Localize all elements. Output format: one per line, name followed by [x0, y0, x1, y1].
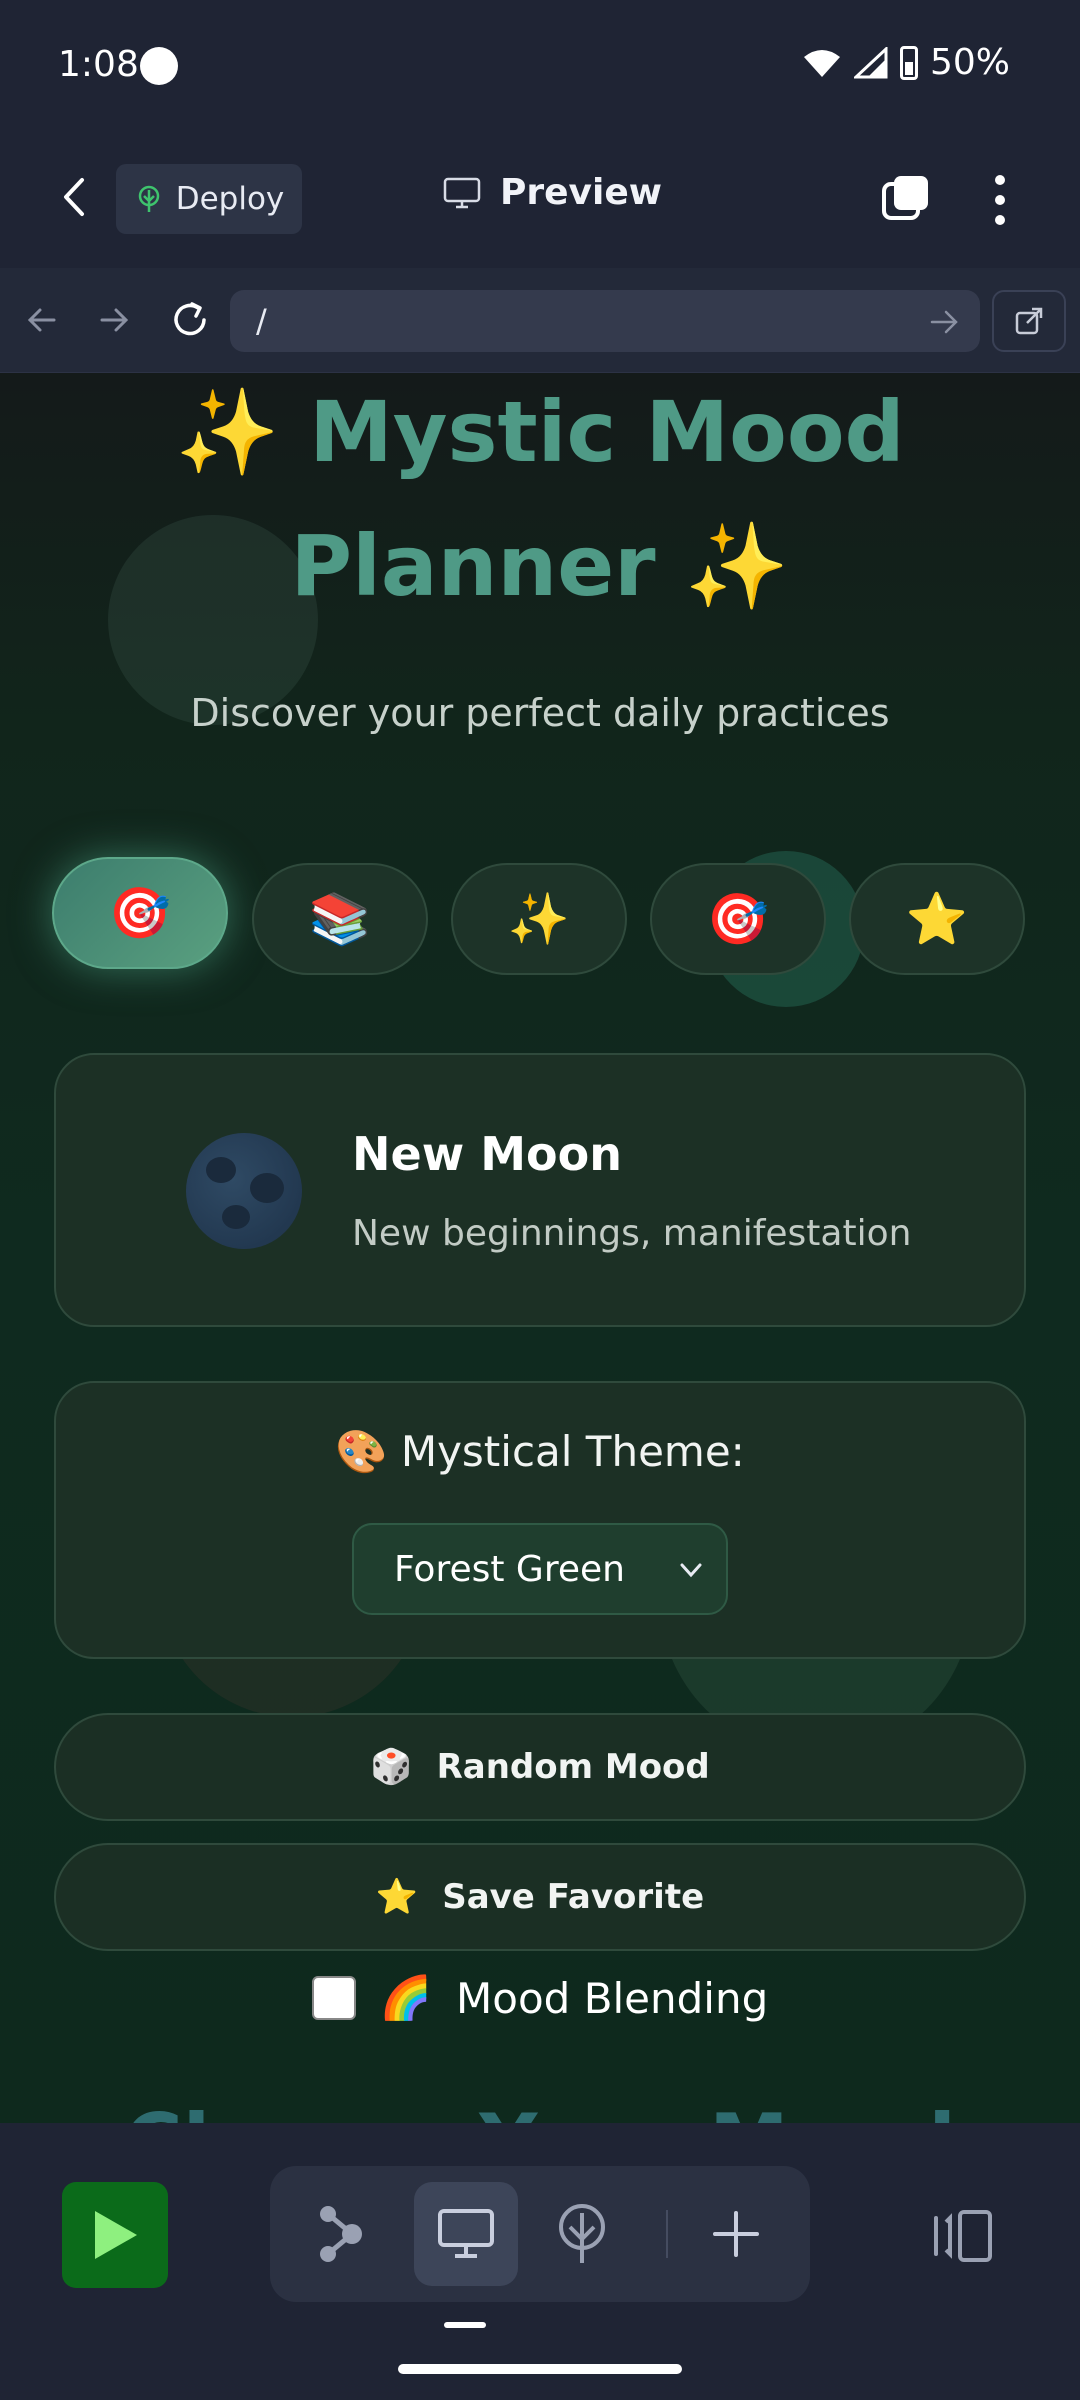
mood-blending-label: Mood Blending — [456, 1973, 769, 2023]
rainbow-icon: 🌈 — [379, 1973, 433, 2022]
mood-chip-star[interactable]: ⭐ — [849, 863, 1025, 975]
moon-phase-description: New beginnings, manifestation — [352, 1213, 912, 1254]
mood-blending-row: 🌈 Mood Blending — [0, 1973, 1080, 2023]
url-input[interactable]: / — [230, 290, 980, 352]
theme-selected-value: Forest Green — [394, 1548, 625, 1590]
title-text: Mystic Mood — [309, 383, 905, 481]
preview-tool-button[interactable] — [414, 2182, 518, 2286]
title-text: Planner — [290, 517, 656, 615]
moon-phase-card: New Moon New beginnings, manifestation — [54, 1053, 1026, 1327]
deploy-button[interactable]: Deploy — [116, 164, 302, 234]
sparkle-icon: ✨ — [175, 383, 280, 481]
mood-blending-checkbox[interactable] — [311, 1976, 356, 2020]
section-heading: Choose Your Mood — [0, 2097, 1080, 2123]
mood-chip-sparkles[interactable]: ✨ — [451, 863, 627, 975]
page-title-line1: ✨ Mystic Mood — [0, 373, 1080, 499]
divider — [666, 2210, 668, 2258]
tool-group — [270, 2166, 810, 2302]
theme-label: 🎨 Mystical Theme: — [335, 1427, 745, 1476]
preview-label: Preview — [500, 172, 663, 213]
monitor-icon — [443, 177, 481, 208]
browser-forward-icon[interactable] — [92, 298, 136, 342]
url-bar: / — [0, 268, 1080, 373]
deploy-tool-button[interactable] — [530, 2182, 634, 2286]
bottom-toolbar — [0, 2124, 1080, 2400]
new-moon-icon — [186, 1133, 302, 1249]
status-bar: 1:08 50% — [0, 0, 1080, 130]
back-arrow-icon[interactable] — [50, 172, 100, 222]
moon-phase-name: New Moon — [352, 1127, 622, 1181]
external-link-icon — [1015, 307, 1043, 335]
page-subtitle: Discover your perfect daily practices — [190, 691, 890, 735]
status-icons: 50% — [802, 42, 1010, 83]
open-external-button[interactable] — [992, 290, 1066, 352]
star-icon: ⭐ — [375, 1877, 419, 1917]
refresh-icon[interactable] — [168, 298, 212, 342]
status-time: 1:08 — [58, 44, 139, 85]
mood-selector: 🎯 📚 ✨ 🎯 ⭐ — [52, 857, 1028, 975]
deploy-icon — [138, 185, 159, 212]
save-favorite-button[interactable]: ⭐ Save Favorite — [54, 1843, 1026, 1951]
battery-icon — [899, 45, 918, 80]
dice-icon: 🎲 — [370, 1747, 413, 1787]
sparkle-icon: ✨ — [684, 517, 790, 615]
play-icon — [95, 2211, 137, 2259]
run-button[interactable] — [62, 2182, 168, 2288]
plus-icon — [713, 2211, 759, 2257]
more-options-icon[interactable] — [990, 172, 1010, 228]
agent-icon — [320, 2206, 362, 2262]
url-text: / — [256, 302, 267, 340]
tabs-icon[interactable] — [880, 174, 930, 224]
go-arrow-icon[interactable] — [926, 304, 962, 340]
app-preview: ✨ Mystic Mood Planner ✨ Discover your pe… — [0, 373, 1080, 2123]
deploy-label: Deploy — [175, 181, 285, 217]
add-tool-button[interactable] — [684, 2182, 788, 2286]
wifi-icon — [803, 49, 840, 77]
gesture-bar[interactable] — [398, 2364, 682, 2374]
preview-title: Preview — [442, 172, 662, 213]
theme-select[interactable]: Forest Green — [352, 1523, 728, 1615]
theme-card: 🎨 Mystical Theme: Forest Green — [54, 1381, 1026, 1659]
save-favorite-label: Save Favorite — [442, 1877, 705, 1917]
monitor-icon — [438, 2209, 494, 2258]
browser-back-icon[interactable] — [20, 298, 64, 342]
random-mood-label: Random Mood — [436, 1747, 710, 1787]
page-title-line2: Planner ✨ — [0, 499, 1080, 633]
mood-chip-target[interactable]: 🎯 — [52, 857, 228, 969]
chevron-down-icon — [680, 1563, 702, 1578]
deploy-icon — [559, 2204, 605, 2263]
panel-toggle-icon[interactable] — [930, 2208, 994, 2264]
mood-chip-target-2[interactable]: 🎯 — [650, 863, 826, 975]
battery-percent: 50% — [929, 42, 1010, 83]
agent-tool-button[interactable] — [290, 2182, 394, 2286]
random-mood-button[interactable]: 🎲 Random Mood — [54, 1713, 1026, 1821]
signal-icon — [853, 46, 888, 78]
app-header: Deploy Preview — [0, 130, 1080, 269]
home-indicator — [444, 2322, 486, 2328]
mood-chip-books[interactable]: 📚 — [252, 863, 428, 975]
notification-dot-icon — [140, 47, 178, 85]
